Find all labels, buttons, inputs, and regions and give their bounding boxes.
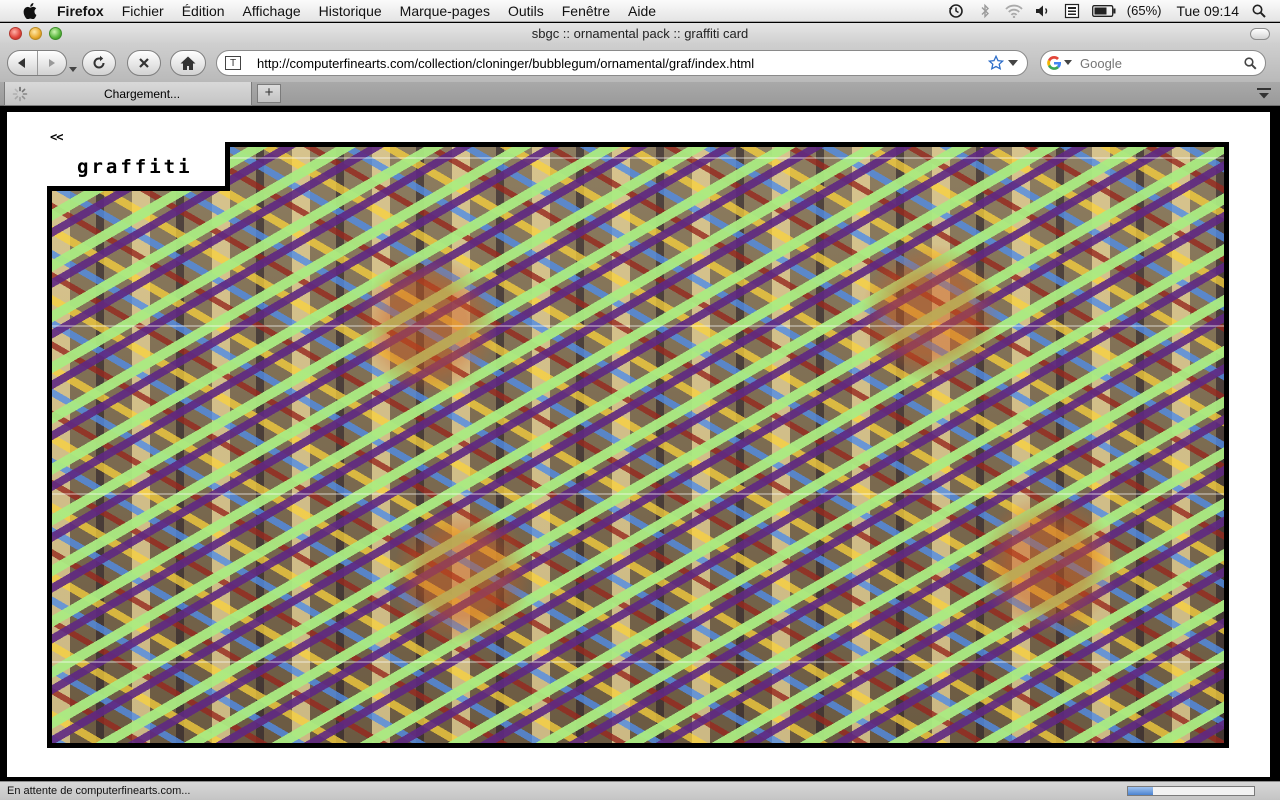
menu-fichier[interactable]: Fichier [113,3,173,19]
tab-list-icon [1257,87,1271,98]
menu-bar: Firefox Fichier Édition Affichage Histor… [0,0,1280,22]
menu-clock[interactable]: Tue 09:14 [1172,3,1239,19]
card-title: graffiti [77,156,193,178]
navigation-toolbar: T http://computerfinearts.com/collection… [0,44,1280,82]
tab-bar: Chargement... + [0,82,1280,106]
menu-fenetre[interactable]: Fenêtre [553,3,619,19]
google-engine-icon[interactable] [1046,55,1062,71]
reload-icon [93,55,105,69]
list-all-tabs-button[interactable] [1254,85,1274,102]
wifi-icon[interactable] [1005,3,1023,19]
back-forward-group [7,50,67,76]
url-text[interactable]: http://computerfinearts.com/collection/c… [257,56,988,71]
tab-loading[interactable]: Chargement... [4,82,252,106]
home-button[interactable] [170,50,206,76]
search-input[interactable] [1078,54,1232,72]
menu-aide[interactable]: Aide [619,3,665,19]
window-titlebar: sbgc :: ornamental pack :: graffiti card [0,23,1280,44]
status-text: En attente de computerfinearts.com... [7,785,191,797]
back-button[interactable] [8,51,37,75]
status-bar: En attente de computerfinearts.com... [0,781,1280,800]
loading-progress-fill [1128,787,1154,795]
search-bar [1040,50,1266,76]
site-identity-icon[interactable]: T [225,56,241,70]
window-title: sbgc :: ornamental pack :: graffiti card [531,26,749,41]
time-machine-icon[interactable] [947,3,965,19]
graffiti-card-image [47,142,1229,748]
battery-percentage: (65%) [1126,3,1162,18]
volume-icon[interactable] [1034,3,1052,19]
spotlight-icon[interactable] [1250,3,1268,19]
search-engine-dropdown-icon[interactable] [1064,60,1072,66]
battery-icon[interactable] [1091,3,1116,19]
loading-spinner-icon [12,86,28,101]
page-content: << graffiti [7,112,1270,777]
new-tab-button[interactable]: + [257,84,281,103]
menu-edition[interactable]: Édition [173,3,234,19]
apple-icon[interactable] [20,2,40,19]
address-bar[interactable]: T http://computerfinearts.com/collection… [216,50,1028,76]
stop-button[interactable] [127,50,161,76]
card-title-box: graffiti [47,142,230,191]
menu-affichage[interactable]: Affichage [234,3,310,19]
reload-button[interactable] [82,50,116,76]
url-dropdown-icon[interactable] [1008,59,1018,67]
tab-label: Chargement... [104,86,181,101]
input-menu-icon[interactable] [1063,3,1081,19]
menu-outils[interactable]: Outils [499,3,553,19]
menu-marque-pages[interactable]: Marque-pages [391,3,499,19]
bluetooth-icon[interactable] [976,3,994,19]
graffiti-pattern [52,147,1224,743]
history-dropdown-icon[interactable] [69,60,77,78]
stop-icon [139,58,149,68]
bookmark-star-icon[interactable] [988,55,1004,71]
home-icon [180,56,196,70]
toolbar-toggle-button[interactable] [1250,28,1270,40]
loading-progress-bar [1127,786,1255,796]
menu-app-firefox[interactable]: Firefox [48,3,113,19]
menu-historique[interactable]: Historique [310,3,391,19]
search-icon[interactable] [1244,56,1257,70]
forward-button[interactable] [36,51,67,75]
